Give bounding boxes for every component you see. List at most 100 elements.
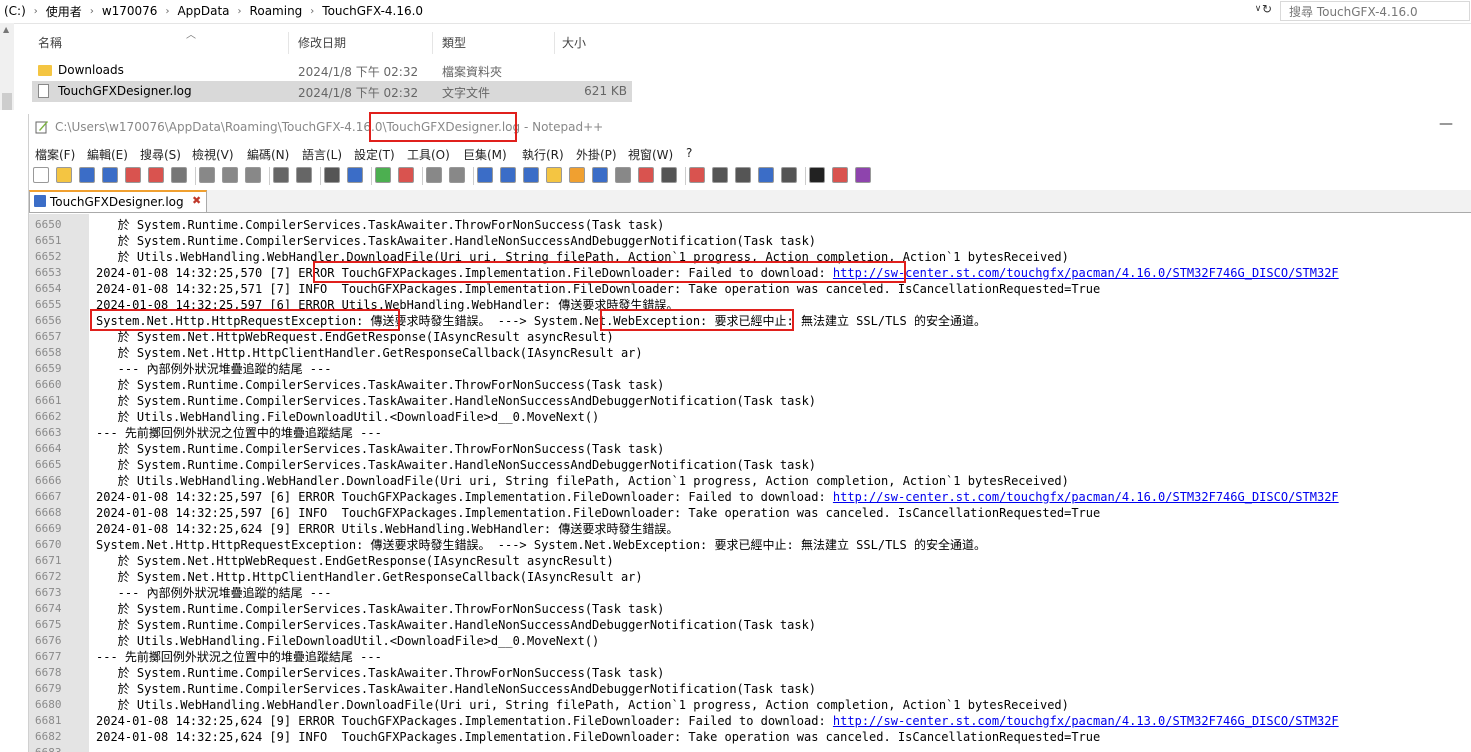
save-macro-icon[interactable] (781, 167, 797, 183)
minimize-button[interactable]: — (1439, 116, 1453, 132)
editor-area[interactable]: 6650 於 System.Runtime.CompilerServices.T… (29, 214, 1471, 752)
scroll-up-icon[interactable]: ▲ (3, 25, 9, 34)
notepad-plus-plus-window: C:\Users\w170076\AppData\Roaming\TouchGF… (28, 114, 1471, 752)
menu-item-11[interactable]: 視窗(W) (628, 146, 673, 163)
menu-item-9[interactable]: 執行(R) (522, 146, 564, 163)
replace-icon[interactable] (347, 167, 363, 183)
file-row-downloads[interactable]: Downloads 2024/1/8 下午 02:32 檔案資料夾 (32, 60, 632, 81)
line-content: 於 System.Runtime.CompilerServices.TaskAw… (96, 218, 665, 232)
breadcrumb-item[interactable]: TouchGFX-4.16.0 (322, 4, 423, 18)
indent-guide-icon[interactable] (523, 167, 539, 183)
column-divider[interactable] (288, 32, 289, 54)
breadcrumb-item[interactable]: (C:) (4, 4, 26, 18)
breadcrumb-separator-icon[interactable]: › (310, 6, 314, 17)
file-row-touchgfxdesigner-log[interactable]: TouchGFXDesigner.log 2024/1/8 下午 02:32 文… (32, 81, 632, 102)
markdown-preview-icon[interactable] (855, 167, 871, 183)
menu-item-4[interactable]: 編碼(N) (247, 146, 289, 163)
menu-item-8[interactable]: 巨集(M) (463, 146, 507, 163)
doc-list-icon[interactable] (592, 167, 608, 183)
sync-horizontal-icon[interactable] (449, 167, 465, 183)
play-macro-icon[interactable] (735, 167, 751, 183)
zoom-out-icon[interactable] (398, 167, 414, 183)
close-icon[interactable] (125, 167, 141, 183)
sync-vertical-icon[interactable] (426, 167, 442, 183)
stop-macro-icon[interactable] (712, 167, 728, 183)
copy-icon[interactable] (222, 167, 238, 183)
word-wrap-icon[interactable] (477, 167, 493, 183)
line-text: --- 內部例外狀況堆疊追蹤的結尾 --- (96, 361, 332, 377)
line-number: 6665 (35, 458, 62, 471)
download-url-link[interactable]: http://sw-center.st.com/touchgfx/pacman/… (833, 266, 1339, 280)
column-divider[interactable] (432, 32, 433, 54)
breadcrumb[interactable]: (C:) › 使用者 › w170076 › AppData › Roaming › TouchGF… (0, 0, 1268, 22)
menu-item-2[interactable]: 搜尋(S) (140, 146, 181, 163)
udl-icon[interactable] (546, 167, 562, 183)
breadcrumb-separator-icon[interactable]: › (34, 6, 38, 17)
plugin-tools-icon[interactable] (832, 167, 848, 183)
line-number: 6660 (35, 378, 62, 391)
column-size-header[interactable]: 大小 (562, 34, 586, 51)
redo-icon[interactable] (296, 167, 312, 183)
new-file-icon[interactable] (33, 167, 49, 183)
column-type-header[interactable]: 類型 (442, 34, 466, 51)
breadcrumb-item[interactable]: w170076 (102, 4, 158, 18)
refresh-icon[interactable]: ↻ (1258, 2, 1276, 20)
folder-workspace-icon[interactable] (638, 167, 654, 183)
log-line: 6656 System.Net.Http.HttpRequestException… (29, 313, 1471, 329)
save-icon[interactable] (79, 167, 95, 183)
undo-icon[interactable] (273, 167, 289, 183)
menu-item-3[interactable]: 檢視(V) (192, 146, 234, 163)
nav-pane-scrollbar[interactable]: ▲ (0, 23, 14, 110)
line-text: 2024-01-08 14:32:25,624 [9] ERROR TouchG… (96, 713, 1339, 729)
cut-icon[interactable] (199, 167, 215, 183)
column-divider[interactable] (554, 32, 555, 54)
menu-item-5[interactable]: 語言(L) (302, 146, 342, 163)
breadcrumb-separator-icon[interactable]: › (238, 6, 242, 17)
menu-item-10[interactable]: 外掛(P) (576, 146, 617, 163)
record-macro-icon[interactable] (689, 167, 705, 183)
column-date-header[interactable]: 修改日期 (298, 34, 346, 51)
line-number: 6651 (35, 234, 62, 247)
log-line: 6660 於 System.Runtime.CompilerServices.T… (29, 377, 1471, 393)
column-name-header[interactable]: 名稱 (38, 34, 62, 51)
line-text: 2024-01-08 14:32:25,570 [7] ERROR TouchG… (96, 265, 1339, 281)
breadcrumb-separator-icon[interactable]: › (165, 6, 169, 17)
open-file-icon[interactable] (56, 167, 72, 183)
line-content: 於 System.Runtime.CompilerServices.TaskAw… (96, 458, 817, 472)
window-title: C:\Users\w170076\AppData\Roaming\TouchGF… (55, 120, 604, 134)
menu-item-0[interactable]: 檔案(F) (35, 146, 75, 163)
close-tab-icon[interactable]: ✖ (192, 194, 201, 207)
toolbar-separator (805, 167, 806, 185)
markdown-icon[interactable] (809, 167, 825, 183)
zoom-in-icon[interactable] (375, 167, 391, 183)
menu-item-1[interactable]: 編輯(E) (87, 146, 128, 163)
breadcrumb-separator-icon[interactable]: › (90, 6, 94, 17)
save-all-icon[interactable] (102, 167, 118, 183)
find-icon[interactable] (324, 167, 340, 183)
close-all-icon[interactable] (148, 167, 164, 183)
breadcrumb-item[interactable]: Roaming (250, 4, 303, 18)
menu-item-12[interactable]: ? (686, 146, 692, 160)
print-icon[interactable] (171, 167, 187, 183)
tab-touchgfxdesigner-log[interactable]: TouchGFXDesigner.log ✖ (29, 190, 207, 212)
log-line: 6653 2024-01-08 14:32:25,570 [7] ERROR To… (29, 265, 1471, 281)
breadcrumb-item[interactable]: AppData (177, 4, 229, 18)
download-url-link[interactable]: http://sw-center.st.com/touchgfx/pacman/… (833, 490, 1339, 504)
log-line: 6665 於 System.Runtime.CompilerServices.T… (29, 457, 1471, 473)
show-all-chars-icon[interactable] (500, 167, 516, 183)
paste-icon[interactable] (245, 167, 261, 183)
line-content: 2024-01-08 14:32:25,570 [7] ERROR TouchG… (96, 266, 833, 280)
download-url-link[interactable]: http://sw-center.st.com/touchgfx/pacman/… (833, 714, 1339, 728)
run-macro-multiple-icon[interactable] (758, 167, 774, 183)
menu-item-6[interactable]: 設定(T) (354, 146, 395, 163)
breadcrumb-item[interactable]: 使用者 (46, 3, 82, 20)
doc-map-icon[interactable] (569, 167, 585, 183)
log-line: 6652 於 Utils.WebHandling.WebHandler.Down… (29, 249, 1471, 265)
monitoring-icon[interactable] (661, 167, 677, 183)
scrollbar-thumb[interactable] (2, 93, 12, 110)
line-number: 6674 (35, 602, 62, 615)
menu-item-7[interactable]: 工具(O) (407, 146, 450, 163)
line-text: 於 System.Net.Http.HttpClientHandler.GetR… (96, 345, 643, 361)
function-list-icon[interactable] (615, 167, 631, 183)
search-input[interactable]: 搜尋 TouchGFX-4.16.0 (1280, 1, 1470, 21)
